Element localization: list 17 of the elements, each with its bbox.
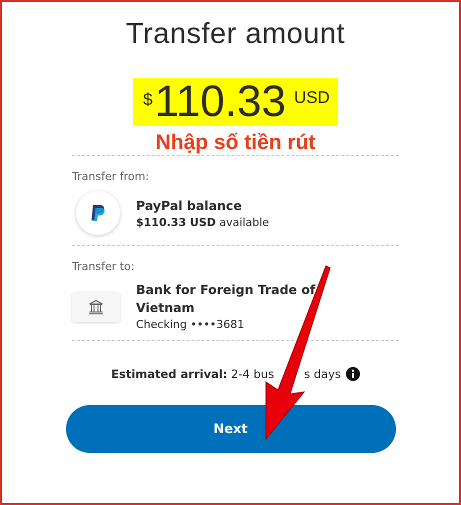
section-label: Transfer from: <box>72 170 150 183</box>
currency-symbol: $ <box>143 90 153 110</box>
info-icon[interactable] <box>346 367 360 381</box>
account-name: PayPal balance <box>136 196 243 214</box>
account-detail: Checking ••••3681 <box>136 317 246 332</box>
arrival-text: Estimated arrival: 2-4 bus <box>111 367 274 381</box>
page-title: Transfer amount <box>126 18 346 51</box>
account-detail: $110.33 USD available <box>136 214 270 230</box>
bank-icon <box>72 292 120 322</box>
currency-code: USD <box>294 88 330 108</box>
amount-value: 110.33 <box>154 80 286 124</box>
paypal-logo-icon <box>76 191 120 235</box>
annotation-text: Nhập số tiền rút <box>156 131 316 155</box>
arrival-text: s days <box>304 367 341 381</box>
section-label: Transfer to: <box>72 260 136 273</box>
next-button[interactable]: Next <box>66 405 396 453</box>
account-name: Bank for Foreign Trade of Vietnam <box>136 281 316 317</box>
